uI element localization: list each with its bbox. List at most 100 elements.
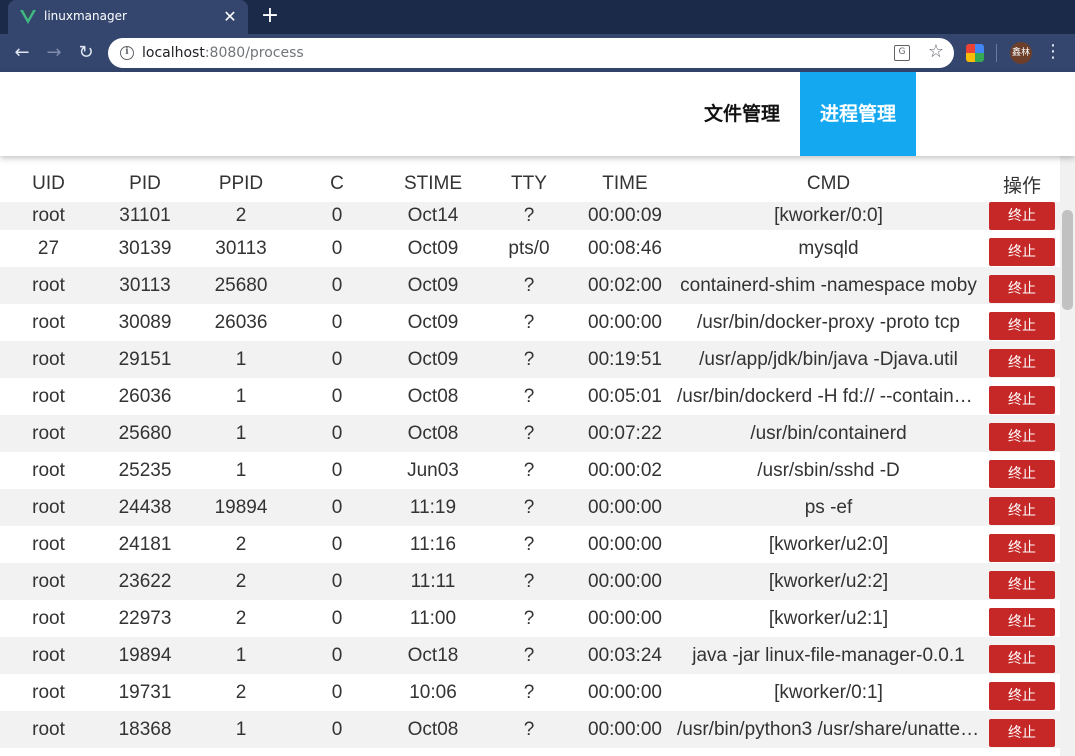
cell-time: 00:00:02 [588,459,662,481]
kill-process-button[interactable]: 终止 [989,385,1055,414]
nav-process-management[interactable]: 进程管理 [800,72,916,156]
cell-ppid: 2 [235,570,247,592]
cell-action: 终止 [984,600,1060,637]
cell-pid: 19731 [118,681,172,703]
cell-stime: Oct14 [407,205,459,226]
kill-process-button[interactable]: 终止 [989,348,1055,377]
browser-tab[interactable]: linuxmanager ✕ [8,0,248,34]
cell-cmd: containerd-shim -namespace moby [680,274,977,296]
reload-icon[interactable]: ↻ [74,41,98,65]
cell-cmd: /usr/app/jdk/bin/java -Djava.util [699,348,958,370]
browser-toolbar: ← → ↻ i localhost:8080/process G ☆ [0,34,1075,72]
page-scrollbar[interactable] [1060,156,1075,756]
cell-action: 终止 [984,378,1060,415]
column-header-tty: TTY [511,173,547,194]
cell-time: 00:19:51 [588,348,662,370]
cell-stime: 11:00 [409,607,457,629]
cell-time: 00:00:00 [588,607,662,629]
extension-icon[interactable] [966,44,984,62]
cell-cmd: /usr/sbin/sshd -D [757,459,900,481]
table-body: root 31101 2 0 Oct14? 00:00:09 [kworker/0:0] 终止… [0,202,1060,748]
kill-process-button[interactable]: 终止 [989,459,1055,488]
site-info-icon[interactable]: i [120,46,134,60]
cell-stime: 10:06 [409,681,457,703]
cell-c: 0 [331,496,343,518]
cell-stime: Oct09 [407,274,459,296]
scrollbar-thumb[interactable] [1062,210,1073,310]
bookmark-star-icon[interactable]: ☆ [928,41,944,62]
kill-process-button[interactable]: 终止 [989,570,1055,599]
cell-cmd: /usr/bin/docker-proxy -proto tcp [697,311,960,333]
new-tab-icon[interactable]: + [258,5,282,29]
cell-cmd: mysqld [798,237,859,259]
cell-ppid: 1 [235,718,247,740]
nav-file-management[interactable]: 文件管理 [686,72,798,156]
app-header: 文件管理 进程管理 [0,72,1075,156]
cell-uid: root [32,681,65,703]
back-arrow-icon[interactable]: ← [10,41,34,65]
kill-process-button[interactable]: 终止 [989,311,1055,340]
cell-c: 0 [331,205,343,226]
cell-ppid: 2 [235,205,247,226]
cell-time: 00:03:24 [588,644,662,666]
cell-pid: 24181 [118,533,172,555]
cell-cmd: java -jar linux-file-manager-0.0.1 [692,644,965,666]
cell-tty: ? [523,570,535,592]
cell-c: 0 [331,681,343,703]
profile-avatar[interactable]: 鑫林 [1010,42,1032,64]
cell-c: 0 [331,311,343,333]
cell-c: 0 [331,274,343,296]
kill-process-button[interactable]: 终止 [989,533,1055,562]
cell-ppid: 25680 [214,274,268,296]
browser-menu-icon[interactable]: ⋮ [1044,41,1062,65]
cell-uid: root [32,607,65,629]
table-row: root 29151 1 0 Oct09? 00:19:51/usr/app/jdk/bi… [0,341,1060,378]
table-row: root 19894 1 0 Oct18? 00:03:24 java -jar linux… [0,637,1060,674]
kill-process-button[interactable]: 终止 [989,607,1055,636]
kill-process-button[interactable]: 终止 [989,237,1055,266]
cell-time: 00:05:01 [588,385,662,407]
cell-pid: 18368 [118,718,172,740]
process-table: UID PID PPID C STIME TTY TIME CMD 操作 root 31101 2 0… [0,156,1060,748]
kill-process-button[interactable]: 终止 [989,496,1055,525]
kill-process-button[interactable]: 终止 [989,644,1055,673]
cell-time: 00:00:00 [588,718,662,740]
cell-ppid: 2 [235,681,247,703]
cell-c: 0 [331,459,343,481]
cell-tty: ? [523,422,535,444]
translate-icon[interactable]: G [894,45,910,61]
table-row: root 26036 1 0 Oct08? 00:05:01/usr/bin/docker… [0,378,1060,415]
kill-process-button[interactable]: 终止 [989,274,1055,303]
url-text[interactable]: localhost:8080/process [142,45,304,61]
cell-cmd: [kworker/0:0] [774,205,883,226]
cell-ppid: 2 [235,607,247,629]
cell-tty: ? [523,496,535,518]
column-header-ppid: PPID [218,173,264,194]
cell-ppid: 1 [235,385,247,407]
cell-ppid: 1 [235,644,247,666]
forward-arrow-icon[interactable]: → [42,41,66,65]
cell-uid: root [32,205,65,226]
kill-process-button[interactable]: 终止 [989,681,1055,710]
kill-process-button[interactable]: 终止 [989,202,1055,230]
column-header-time: TIME [602,173,648,194]
table-row: root 18368 1 0 Oct08? 00:00:00/usr/bin/python… [0,711,1060,748]
cell-c: 0 [331,422,343,444]
close-tab-icon[interactable]: ✕ [220,7,240,27]
table-row: root 25235 1 0 Jun03? 00:00:02/usr/sbin/sshd … [0,452,1060,489]
cell-c: 0 [331,533,343,555]
cell-cmd: ps -ef [804,496,853,518]
toolbar-divider [996,44,997,62]
cell-stime: Oct18 [407,644,459,666]
kill-process-button[interactable]: 终止 [989,718,1055,747]
cell-c: 0 [331,385,343,407]
table-row: root 23622 2 0 11:11? 00:00:00 [kworker/u2:2] 终… [0,563,1060,600]
cell-ppid: 30113 [215,237,267,259]
cell-pid: 19894 [118,644,172,666]
cell-stime: Oct08 [407,718,459,740]
column-header-cmd: CMD [806,173,851,194]
address-bar[interactable]: i localhost:8080/process G ☆ [108,38,954,68]
cell-cmd: [kworker/0:1] [774,681,883,703]
cell-action: 终止 [984,230,1060,267]
kill-process-button[interactable]: 终止 [989,422,1055,451]
